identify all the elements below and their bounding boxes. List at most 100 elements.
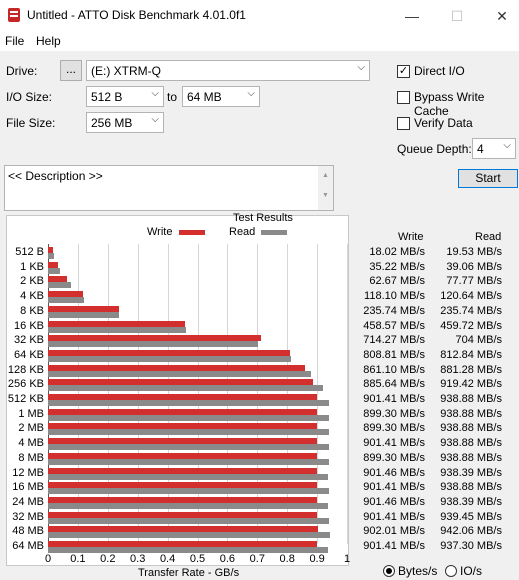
read-value: 938.88 MB/s [440,437,502,450]
read-bar [48,341,259,348]
file-size-select[interactable]: 256 MB ⌵ [86,112,164,133]
start-button[interactable]: Start [458,169,518,188]
verify-data-label: Verify Data [414,116,473,130]
read-value: 938.88 MB/s [440,451,502,464]
write-value: 901.41 MB/s [363,393,425,405]
io-to-label: to [167,90,178,104]
write-value: 899.30 MB/s [363,422,425,435]
write-value: 714.27 MB/s [363,334,425,347]
drive-value: (E:) XTRM-Q [91,64,161,78]
bytes-per-sec-radio[interactable] [383,565,395,577]
io-size-from-value: 512 B [91,90,123,104]
io-size-label: I/O Size: [6,90,53,104]
category-label: 512 KB [7,393,44,405]
read-bar [48,282,72,289]
bypass-write-cache-checkbox[interactable] [397,91,410,104]
x-tick-label: 0.9 [309,553,325,565]
x-tick-label: 0.3 [130,553,146,565]
category-label: 8 MB [18,451,44,464]
category-label: 16 KB [14,319,44,332]
browse-button[interactable]: ... [60,60,82,81]
file-size-label: File Size: [6,116,56,130]
io-size-from-select[interactable]: 512 B ⌵ [86,86,164,107]
read-value: 19.53 MB/s [446,246,502,258]
queue-depth-label: Queue Depth: [397,142,472,156]
read-bar [48,488,329,495]
read-bar [48,297,85,304]
category-label: 2 KB [20,275,44,288]
direct-io-checkbox[interactable]: ✓ [397,65,410,78]
category-label: 128 KB [7,363,44,376]
x-tick-label: 0.7 [249,553,265,565]
menu-bar [0,31,519,51]
write-column-header: Write [398,231,424,243]
category-label: 64 KB [14,348,44,361]
maximize-button[interactable]: ☐ [445,6,469,26]
read-value: 938.88 MB/s [440,422,502,435]
write-value: 901.46 MB/s [363,466,425,479]
drive-label: Drive: [6,64,38,78]
write-value: 901.41 MB/s [363,437,425,450]
write-value: 118.10 MB/s [364,290,425,303]
read-value: 938.88 MB/s [440,481,502,494]
read-bar [48,385,323,392]
io-size-to-select[interactable]: 64 MB ⌵ [182,86,260,107]
chevron-down-icon: ⌵ [247,88,255,99]
description-textarea[interactable]: << Description >> ▲ ▼ [4,165,334,211]
drive-select[interactable]: (E:) XTRM-Q ⌵ [86,60,370,81]
menu-file[interactable]: File [5,34,24,48]
bytes-per-sec-label: Bytes/s [398,564,438,578]
read-bar [48,414,329,421]
read-bar [48,444,329,451]
read-value: 938.88 MB/s [440,407,502,420]
category-label: 32 KB [14,334,44,347]
read-value: 77.77 MB/s [446,275,502,288]
chevron-down-icon: ⌵ [357,62,365,73]
close-button[interactable]: ✕ [490,6,514,26]
menu-help[interactable]: Help [36,34,61,48]
write-value: 899.30 MB/s [363,451,425,464]
io-per-sec-radio[interactable] [445,565,457,577]
category-label: 48 MB [12,525,44,538]
category-label: 8 KB [20,304,44,317]
read-value: 459.72 MB/s [440,319,502,332]
read-bar [48,502,329,509]
write-value: 901.46 MB/s [363,495,425,508]
x-tick-label: 0.6 [219,553,236,565]
write-value: 235.74 MB/s [363,304,425,317]
x-tick-label: 1 [343,553,351,565]
write-value: 808.81 MB/s [363,348,425,361]
queue-depth-value: 4 [477,142,484,156]
minimize-button[interactable]: — [400,6,424,26]
category-label: 256 KB [7,378,44,391]
chevron-down-icon: ⌵ [503,140,511,151]
read-value: 939.45 MB/s [440,510,502,523]
read-value: 937.30 MB/s [440,540,502,552]
write-value: 458.57 MB/s [363,319,425,332]
read-bar [48,267,60,274]
write-value: 18.02 MB/s [369,246,425,258]
category-label: 4 MB [18,437,44,450]
write-value: 62.67 MB/s [369,275,425,288]
x-tick-label: 0.5 [189,553,206,565]
write-value: 899.30 MB/s [363,407,425,420]
category-label: 512 B [15,246,44,258]
read-value: 938.39 MB/s [440,495,502,508]
x-tick-label: 0.1 [70,553,86,565]
description-scrollbar[interactable]: ▲ ▼ [318,166,333,210]
read-bar [48,458,329,465]
read-value: 704 MB/s [455,334,502,347]
category-label: 1 KB [20,260,44,273]
read-value: 938.39 MB/s [440,466,502,479]
queue-depth-select[interactable]: 4 ⌵ [472,138,516,159]
chevron-down-icon: ⌵ [151,114,159,125]
x-tick-label: 0.4 [159,553,176,565]
read-bar [48,311,119,318]
read-value: 120.64 MB/s [440,290,502,303]
read-bar [48,253,54,259]
io-size-to-value: 64 MB [187,90,222,104]
window-title: Untitled - ATTO Disk Benchmark 4.01.0f1 [27,8,246,22]
verify-data-checkbox[interactable] [397,117,410,130]
read-bar [48,517,329,524]
write-value: 902.01 MB/s [363,525,425,538]
